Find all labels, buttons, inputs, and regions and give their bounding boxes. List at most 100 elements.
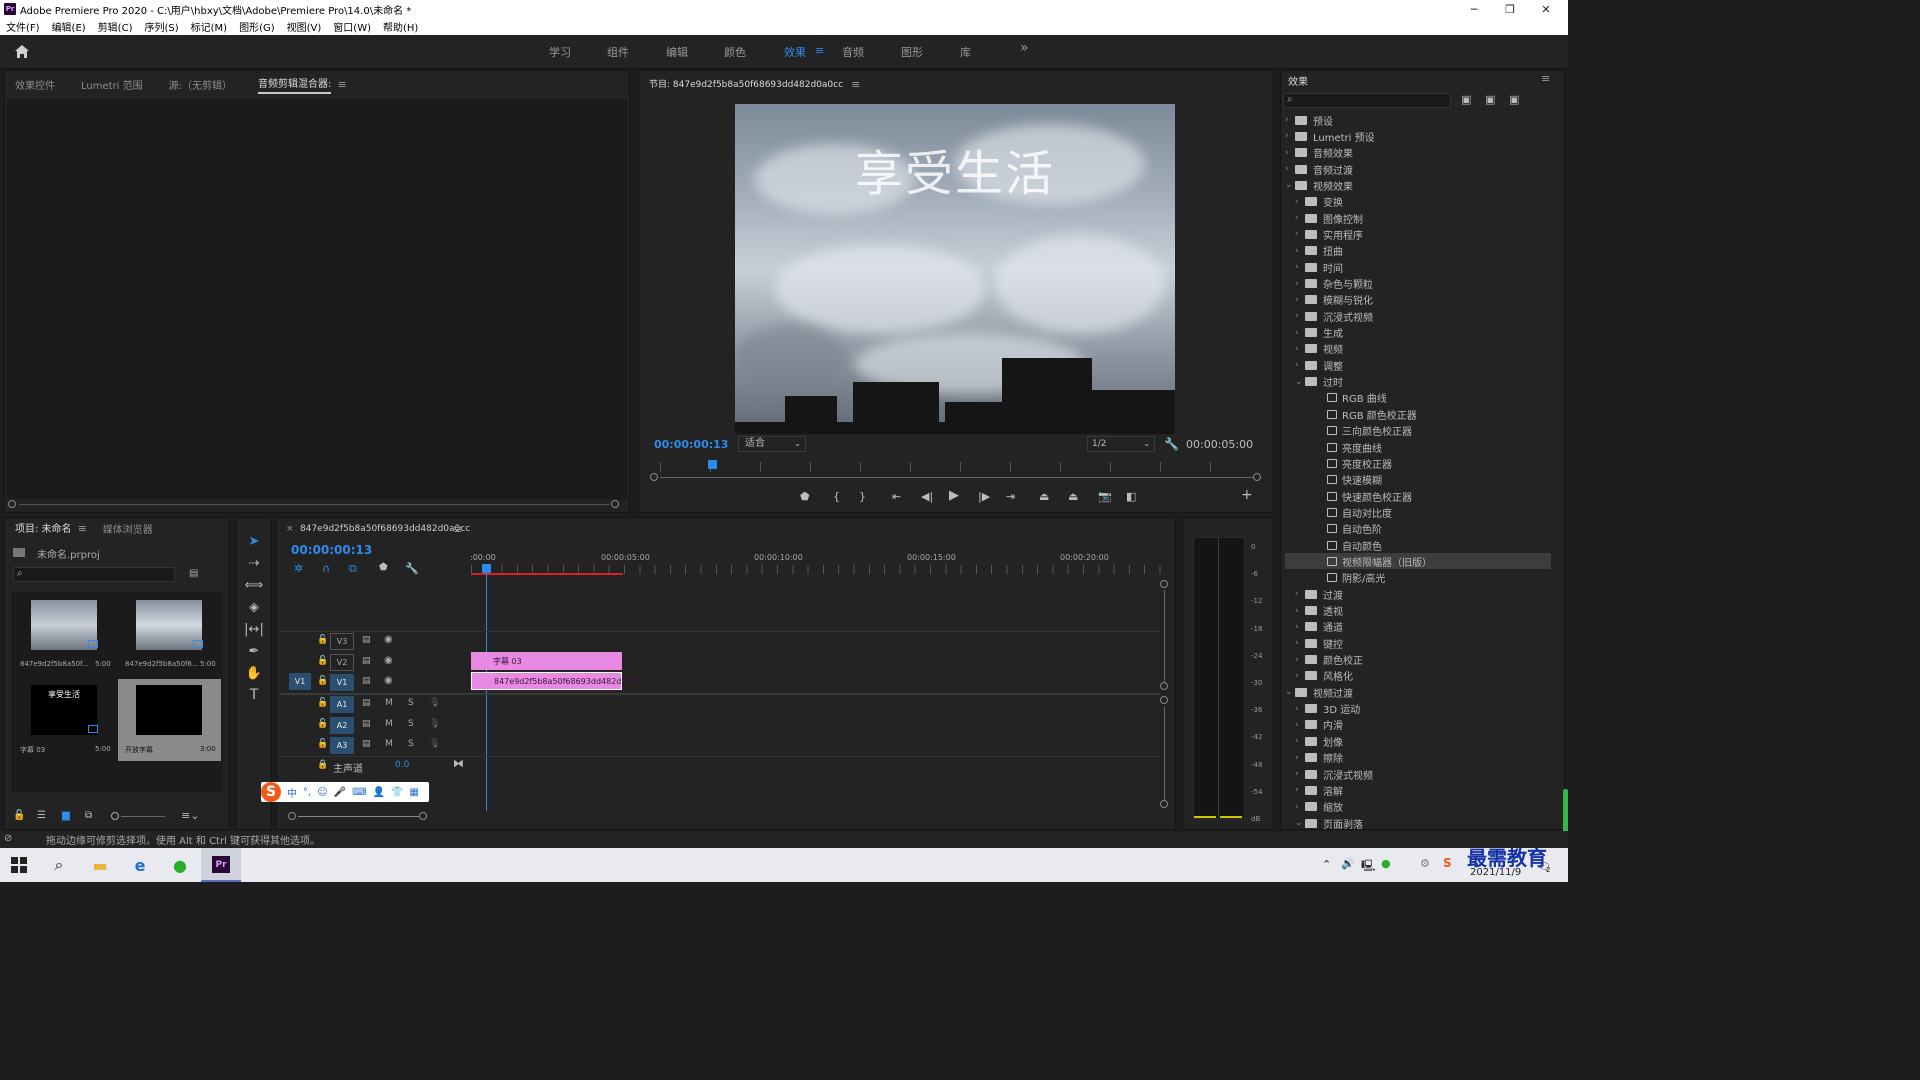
slip-tool-icon[interactable]: |↔| <box>244 620 264 638</box>
wechat-icon[interactable]: ● <box>169 854 191 876</box>
effects-item[interactable]: › 时间 <box>1285 259 1551 275</box>
minimize-button[interactable]: ─ <box>1456 0 1492 18</box>
edge-browser-icon[interactable]: e <box>129 854 151 876</box>
ime-user-icon[interactable]: 👤 <box>373 787 385 798</box>
chevron-right-icon[interactable]: › <box>1295 704 1305 714</box>
tab-lumetri-scopes[interactable]: Lumetri 范围 <box>81 77 143 92</box>
workspace-menu-icon[interactable]: ≡ <box>815 44 824 57</box>
mark-out-icon[interactable]: } <box>859 490 866 503</box>
more-workspaces-icon[interactable]: » <box>1020 40 1029 56</box>
program-zoom-start[interactable] <box>650 473 658 481</box>
mute-button[interactable]: M <box>385 698 393 708</box>
effects-item[interactable]: 自动对比度 <box>1285 504 1551 520</box>
effects-item[interactable]: › 音频效果 <box>1285 145 1551 161</box>
lock-icon[interactable]: 🔓 <box>13 810 25 821</box>
chevron-right-icon[interactable]: › <box>1295 311 1305 321</box>
effects-item[interactable]: 亮度校正器 <box>1285 455 1551 471</box>
chevron-right-icon[interactable]: › <box>1295 213 1305 223</box>
chevron-right-icon[interactable]: › <box>1295 279 1305 289</box>
timeline-hscroll-end[interactable] <box>419 812 427 820</box>
fit-dropdown[interactable]: 适合 ⌄ <box>738 436 806 452</box>
solo-button[interactable]: S <box>408 698 414 708</box>
work-area-bar[interactable] <box>471 573 623 575</box>
tab-media-browser[interactable]: 媒体浏览器 <box>103 521 153 536</box>
effects-item[interactable]: › 颜色校正 <box>1285 652 1551 668</box>
effects-menu-icon[interactable]: ≡ <box>1541 72 1550 85</box>
audio-vscroll-bottom[interactable] <box>1160 800 1168 808</box>
track-lock-icon[interactable]: 🔓 <box>317 676 328 686</box>
comparison-view-icon[interactable]: ◧ <box>1126 490 1136 503</box>
source-patch-v1[interactable]: V1 <box>289 673 311 690</box>
tab-audio-clip-mixer[interactable]: 音频剪辑混合器: <box>258 75 332 94</box>
eye-icon[interactable]: ◉ <box>384 655 393 666</box>
project-clip-1[interactable]: 847e9d2f5b8a50f... 5:00 <box>13 594 116 678</box>
menu-view[interactable]: 视图(V) <box>287 19 322 34</box>
track-sync-icon[interactable]: ▤ <box>362 739 371 749</box>
scroll-track[interactable] <box>19 504 609 505</box>
menu-edit[interactable]: 编辑(E) <box>52 19 86 34</box>
chevron-right-icon[interactable]: › <box>1295 736 1305 746</box>
effects-item[interactable]: › 缩放 <box>1285 799 1551 815</box>
selection-tool-icon[interactable]: ➤ <box>244 532 264 550</box>
chevron-right-icon[interactable]: › <box>1285 164 1295 174</box>
chevron-right-icon[interactable]: › <box>1295 753 1305 763</box>
effects-item[interactable]: › 模糊与锐化 <box>1285 292 1551 308</box>
track-target-toggle[interactable]: V2 <box>330 653 354 671</box>
project-clip-2[interactable]: 847e9d2f5b8a50f6... 5:00 <box>118 594 221 678</box>
mute-button[interactable]: M <box>385 739 393 749</box>
microphone-icon[interactable]: 🎙 <box>429 739 440 749</box>
razor-tool-icon[interactable]: ◈ <box>244 598 264 616</box>
timeline-hscroll[interactable] <box>298 816 420 817</box>
effects-item[interactable]: › 沉浸式视频 <box>1285 308 1551 324</box>
effects-item[interactable]: 视频限幅器（旧版） <box>1285 553 1551 570</box>
type-tool-icon[interactable]: T <box>244 686 264 704</box>
volume-icon[interactable]: 🔊 <box>1341 857 1355 870</box>
ime-voice-icon[interactable]: 🎤 <box>334 787 346 798</box>
workspace-assembly[interactable]: 组件 <box>607 44 629 60</box>
effects-item[interactable]: › 通道 <box>1285 619 1551 635</box>
effects-item[interactable]: › Lumetri 预设 <box>1285 128 1551 144</box>
solo-button[interactable]: S <box>408 739 414 749</box>
video-vscroll-top[interactable] <box>1160 580 1168 588</box>
panel-menu-icon[interactable]: ≡ <box>337 78 346 91</box>
go-to-out-icon[interactable]: ⇥ <box>1006 490 1015 503</box>
track-sync-icon[interactable]: ▤ <box>362 698 371 708</box>
project-menu-icon[interactable]: ≡ <box>78 522 87 535</box>
maximize-button[interactable]: ❐ <box>1492 0 1528 18</box>
workspace-learning[interactable]: 学习 <box>549 44 571 60</box>
chevron-right-icon[interactable]: › <box>1295 262 1305 272</box>
ime-emoji-icon[interactable]: ☺ <box>317 787 327 798</box>
video-vscroll-bottom[interactable] <box>1160 682 1168 690</box>
master-volume-value[interactable]: 0.0 <box>395 760 409 770</box>
chevron-down-icon[interactable]: ⌄ <box>1285 687 1295 697</box>
track-target-toggle[interactable]: A3 <box>330 737 354 754</box>
effects-item[interactable]: › 调整 <box>1285 357 1551 373</box>
chevron-right-icon[interactable]: › <box>1295 360 1305 370</box>
zoom-slider-handle[interactable] <box>111 812 119 820</box>
effects-item[interactable]: › 过渡 <box>1285 586 1551 602</box>
chevron-down-icon[interactable]: ⌄ <box>1295 818 1305 828</box>
audio-vscroll-top[interactable] <box>1160 696 1168 704</box>
effects-item[interactable]: ⌄ 页面剥落 <box>1285 815 1551 831</box>
home-icon[interactable] <box>14 44 30 59</box>
workspace-audio[interactable]: 音频 <box>842 44 864 60</box>
chevron-down-icon[interactable]: ⌄ <box>1295 377 1305 387</box>
chevron-right-icon[interactable]: › <box>1295 655 1305 665</box>
effects-item[interactable]: › 杂色与颗粒 <box>1285 276 1551 292</box>
chevron-right-icon[interactable]: › <box>1295 295 1305 305</box>
track-sync-icon[interactable]: ▤ <box>362 676 371 686</box>
effects-item[interactable]: ⌄ 视频效果 <box>1285 177 1551 193</box>
effects-item[interactable]: RGB 颜色校正器 <box>1285 406 1551 422</box>
menu-help[interactable]: 帮助(H) <box>383 19 418 34</box>
go-to-end-icon[interactable]: ⧓ <box>453 757 464 770</box>
hand-tool-icon[interactable]: ✋ <box>244 664 264 682</box>
effects-item[interactable]: 自动色阶 <box>1285 521 1551 537</box>
track-lock-icon[interactable]: 🔓 <box>317 656 328 666</box>
effects-item[interactable]: › 扭曲 <box>1285 243 1551 259</box>
video-vscroll[interactable] <box>1164 590 1165 682</box>
effects-item[interactable]: › 内滑 <box>1285 717 1551 733</box>
premiere-taskbar-button[interactable]: Pr <box>201 848 241 882</box>
workspace-effects[interactable]: 效果 <box>784 44 806 60</box>
workspace-editing[interactable]: 编辑 <box>666 44 688 60</box>
timeline-playhead[interactable] <box>482 564 491 573</box>
